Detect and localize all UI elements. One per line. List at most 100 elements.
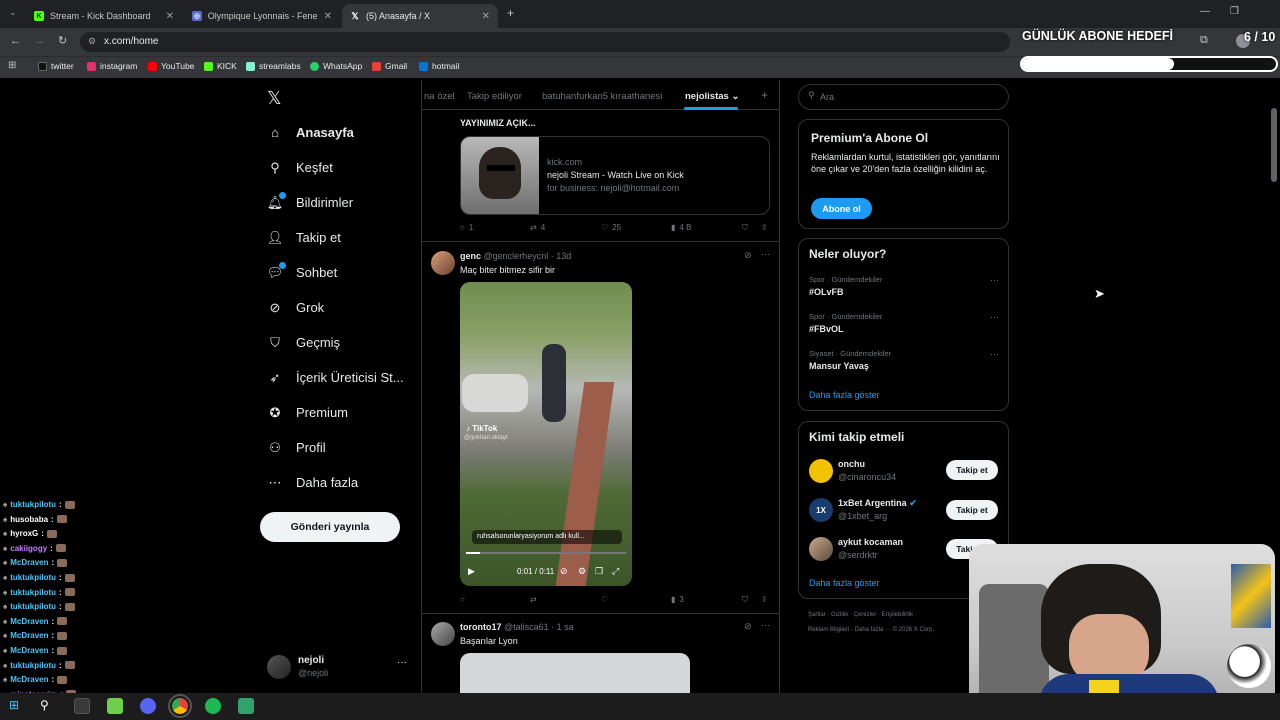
show-more-link[interactable]: Daha fazla göster: [809, 578, 880, 588]
close-icon[interactable]: ✕: [166, 11, 174, 22]
bookmark-button[interactable]: ⛉: [742, 223, 748, 233]
sidebar-item-grok[interactable]: ⊘ Grok: [268, 300, 325, 316]
link-card[interactable]: kick.com nejoli Stream - Watch Live on K…: [460, 136, 770, 215]
share-button[interactable]: ⇪: [761, 595, 768, 604]
suggestion-name[interactable]: onchu: [838, 459, 865, 469]
x-logo-icon[interactable]: 𝕏: [267, 88, 282, 109]
new-tab-button[interactable]: +: [507, 6, 514, 20]
sidebar-item-bookmarks[interactable]: ⛉ Geçmiş: [268, 335, 340, 351]
footer-links[interactable]: Reklam Bilgileri · Daha fazla ··· © 2026…: [808, 627, 934, 633]
app-icon[interactable]: [238, 698, 254, 714]
suggestion-name[interactable]: aykut kocaman: [838, 537, 903, 547]
browser-tab-lyon[interactable]: ◎ Olympique Lyonnais - Fenerbahçe ✕: [184, 4, 340, 28]
sidebar-item-notifications[interactable]: 🔔︎ Bildirimler: [267, 191, 353, 210]
repost-button[interactable]: ⇄: [530, 595, 541, 604]
post-image[interactable]: [460, 653, 690, 693]
avatar[interactable]: [809, 459, 833, 483]
author-name[interactable]: toronto17: [460, 622, 502, 632]
account-more-icon[interactable]: ···: [397, 657, 407, 668]
scrollbar-thumb[interactable]: [1271, 108, 1277, 182]
post-button[interactable]: Gönderi yayınla: [260, 512, 400, 542]
spotify-icon[interactable]: [205, 698, 221, 714]
follow-button[interactable]: Takip et: [946, 460, 998, 480]
play-icon[interactable]: ▶: [468, 566, 475, 577]
views-button[interactable]: ▮ 4 B: [671, 223, 691, 232]
subscribe-button[interactable]: Abone ol: [811, 198, 872, 219]
pip-icon[interactable]: ❐: [595, 566, 603, 577]
bookmark-instagram[interactable]: instagram: [87, 61, 137, 71]
search-input[interactable]: ⚲ Ara: [798, 84, 1009, 110]
extensions-icon[interactable]: ⧉: [1200, 34, 1208, 47]
task-view-icon[interactable]: [74, 698, 90, 714]
reply-button[interactable]: ○ 1: [460, 223, 473, 232]
bookmark-kick[interactable]: KICK: [204, 61, 237, 71]
suggestion-name[interactable]: 1xBet Argentina ✔: [838, 498, 917, 509]
minimize-icon[interactable]: —: [1200, 6, 1210, 17]
add-list-button[interactable]: +: [761, 88, 768, 102]
sidebar-item-home[interactable]: ⌂ Anasayfa: [268, 125, 354, 140]
bookmark-twitter[interactable]: twitter: [38, 61, 74, 71]
tab-nejolistas[interactable]: nejolistas ⌄: [685, 91, 739, 102]
more-icon[interactable]: ···: [990, 349, 999, 359]
chrome-icon[interactable]: [168, 694, 192, 718]
bookmark-youtube[interactable]: YouTube: [148, 61, 194, 71]
grok-icon[interactable]: ⊘: [744, 621, 752, 632]
trend-item[interactable]: Spor · Gündemdekiler #OLvFB ···: [809, 275, 999, 303]
like-button[interactable]: ♡: [601, 595, 612, 604]
minecraft-icon[interactable]: [107, 698, 123, 714]
bookmark-whatsapp[interactable]: WhatsApp: [310, 61, 362, 71]
windows-start-icon[interactable]: ⊞: [9, 698, 19, 712]
bookmark-button[interactable]: ⛉: [742, 595, 748, 605]
show-more-link[interactable]: Daha fazla göster: [809, 390, 880, 400]
author-name[interactable]: genc: [460, 251, 481, 261]
mute-icon[interactable]: ⊘: [560, 566, 568, 577]
share-button[interactable]: ⇪: [761, 223, 768, 232]
video-player[interactable]: ♪ TikTok @gokhan.oktayt ruhsalsorunlarya…: [460, 282, 632, 586]
site-info-icon[interactable]: ⚙: [88, 36, 96, 47]
tab-following[interactable]: Takip ediliyor: [467, 91, 522, 102]
sidebar-item-explore[interactable]: ⚲ Keşfet: [268, 160, 333, 176]
follow-button[interactable]: Takip et: [946, 500, 998, 520]
more-icon[interactable]: ···: [990, 275, 999, 285]
reload-icon[interactable]: ↻: [58, 34, 67, 47]
sidebar-item-chat[interactable]: 💬︎ Sohbet: [267, 261, 337, 280]
close-icon[interactable]: ✕: [482, 11, 490, 22]
account-switcher[interactable]: nejoli @nejoli ···: [267, 655, 410, 681]
video-progress[interactable]: [466, 552, 626, 554]
tab-list-chevron-icon[interactable]: ⌄: [9, 7, 17, 18]
more-icon[interactable]: ···: [761, 249, 770, 259]
grok-icon[interactable]: ⊘: [744, 250, 752, 261]
trend-item[interactable]: Spor · Gündemdekiler #FBvOL ···: [809, 312, 999, 340]
browser-tab-kick[interactable]: K Stream - Kick Dashboard ✕: [26, 4, 182, 28]
sidebar-item-follow[interactable]: 👤︎ Takip et: [267, 230, 341, 246]
more-icon[interactable]: ···: [990, 312, 999, 322]
discord-icon[interactable]: [140, 698, 156, 714]
bookmark-streamlabs[interactable]: streamlabs: [246, 61, 301, 71]
more-icon[interactable]: ···: [761, 620, 770, 630]
sidebar-item-creator-studio[interactable]: ➶ İçerik Üreticisi St...: [268, 370, 404, 386]
sidebar-item-premium[interactable]: ✪ Premium: [268, 405, 348, 421]
repost-button[interactable]: ⇄ 4: [530, 223, 545, 232]
footer-links[interactable]: Şartlar · Gizlilik · Çerezler · Erişileb…: [808, 612, 917, 618]
avatar[interactable]: [809, 537, 833, 561]
settings-icon[interactable]: ⚙: [578, 566, 586, 577]
avatar[interactable]: [431, 622, 455, 646]
avatar[interactable]: [431, 251, 455, 275]
avatar[interactable]: 1X: [809, 498, 833, 522]
trend-item[interactable]: Siyaset · Gündemdekiler Mansur Yavaş ···: [809, 349, 999, 377]
sidebar-item-more[interactable]: ⋯ Daha fazla: [268, 475, 359, 491]
like-button[interactable]: ♡ 25: [601, 223, 621, 232]
address-input[interactable]: ⚙ x.com/home: [80, 32, 1010, 52]
back-icon[interactable]: ←: [10, 35, 21, 47]
tab-private[interactable]: na özel: [424, 91, 455, 102]
restore-icon[interactable]: ❐: [1230, 6, 1239, 17]
reply-button[interactable]: ○: [460, 595, 469, 604]
search-icon[interactable]: ⚲: [40, 698, 49, 712]
browser-tab-x[interactable]: 𝕏 (5) Anasayfa / X ✕: [342, 4, 498, 28]
bookmark-gmail[interactable]: Gmail: [372, 61, 407, 71]
bookmark-hotmail[interactable]: hotmail: [419, 61, 459, 71]
sidebar-item-profile[interactable]: ⚇ Profil: [268, 440, 325, 456]
tab-kiraathanesi[interactable]: batuhanfurkan5 kıraathanesi: [542, 91, 662, 102]
apps-grid-icon[interactable]: ⊞: [8, 60, 16, 71]
fullscreen-icon[interactable]: ⤢: [612, 566, 619, 577]
